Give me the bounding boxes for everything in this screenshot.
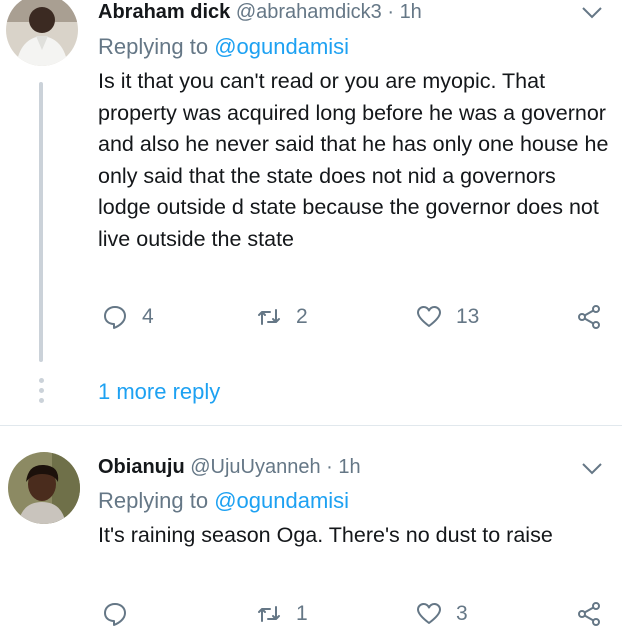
user-handle[interactable]: @UjuUyanneh <box>190 456 320 478</box>
like-button[interactable]: 3 <box>416 601 468 627</box>
like-button[interactable]: 13 <box>416 304 479 330</box>
user-handle[interactable]: @abrahamdick3 <box>236 1 382 23</box>
chevron-down-icon[interactable] <box>580 456 604 480</box>
timestamp[interactable]: 1h <box>338 456 360 478</box>
reply-icon <box>104 603 126 626</box>
retweet-button[interactable]: 1 <box>256 601 308 627</box>
thread-line <box>39 82 43 362</box>
retweet-icon <box>258 309 280 325</box>
replying-prefix: Replying to <box>98 34 209 59</box>
reply-button[interactable] <box>102 601 142 627</box>
heart-icon <box>417 306 441 327</box>
retweet-count: 1 <box>296 602 308 625</box>
replying-prefix: Replying to <box>98 488 209 513</box>
tweet-abraham-dick[interactable]: Abraham dick @abrahamdick3 · 1h Replying… <box>0 0 622 430</box>
tweet-obianuju[interactable]: Obianuju @UjuUyanneh · 1h Replying to @o… <box>0 426 622 640</box>
separator: · <box>326 456 333 478</box>
user-name[interactable]: Abraham dick <box>98 1 230 23</box>
tweet-header: Abraham dick @abrahamdick3 · 1h <box>98 0 422 24</box>
retweet-button[interactable]: 2 <box>256 304 308 330</box>
replying-to: Replying to @ogundamisi <box>98 33 349 61</box>
tweet-text: Is it that you can't read or you are myo… <box>98 69 609 251</box>
thread-dots <box>37 378 45 408</box>
separator: · <box>387 1 394 23</box>
tweet-actions: 1 3 <box>98 601 608 633</box>
share-button[interactable] <box>576 601 602 627</box>
like-count: 3 <box>456 602 468 625</box>
tweet-text: It's raining season Oga. There's no dust… <box>98 523 553 547</box>
share-icon <box>578 602 600 626</box>
user-name[interactable]: Obianuju <box>98 456 185 478</box>
share-icon <box>578 305 600 329</box>
reply-count: 4 <box>142 305 154 328</box>
chevron-down-icon[interactable] <box>580 0 604 24</box>
tweet-actions: 4 2 13 <box>98 304 608 336</box>
tweet-header: Obianuju @UjuUyanneh · 1h <box>98 455 361 479</box>
reply-button[interactable]: 4 <box>102 304 154 330</box>
avatar[interactable] <box>6 0 78 66</box>
replying-to: Replying to @ogundamisi <box>98 487 349 515</box>
avatar[interactable] <box>8 452 80 524</box>
retweet-count: 2 <box>296 305 308 328</box>
reply-icon <box>104 306 126 329</box>
replying-mention[interactable]: @ogundamisi <box>214 34 349 59</box>
more-replies-link[interactable]: 1 more reply <box>98 378 220 406</box>
timestamp[interactable]: 1h <box>400 1 422 23</box>
like-count: 13 <box>456 305 480 328</box>
share-button[interactable] <box>576 304 602 330</box>
replying-mention[interactable]: @ogundamisi <box>214 488 349 513</box>
heart-icon <box>417 603 441 624</box>
retweet-icon <box>258 606 280 622</box>
